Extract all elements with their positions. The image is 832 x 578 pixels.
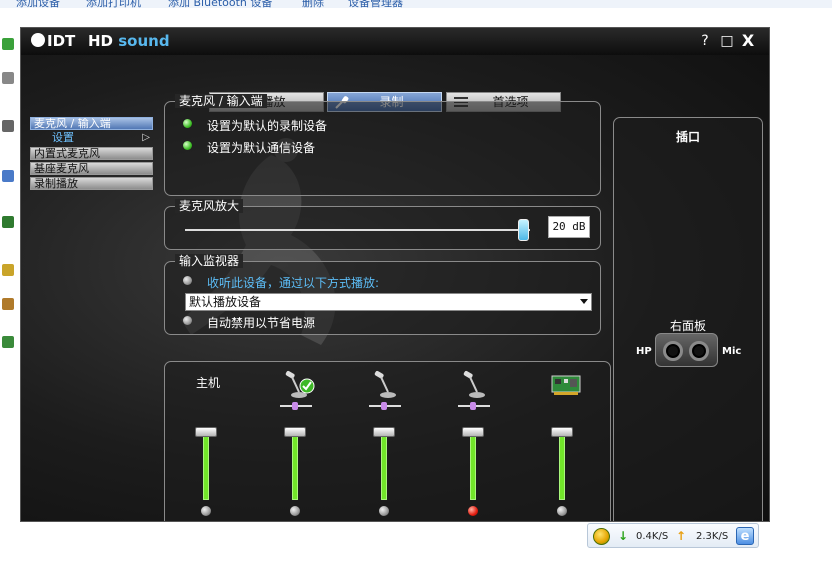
mute-label: 静音 <box>529 518 595 521</box>
playback-device-select[interactable]: 默认播放设备 <box>185 293 592 311</box>
panel-title: 麦克风 / 输入端 <box>175 94 267 108</box>
desk-microphone-check-icon <box>285 371 315 398</box>
network-speed-tray: ↓ 0.4K/S ↑ 2.3K/S e <box>587 523 759 548</box>
volume-slider-handle[interactable] <box>373 427 395 437</box>
right-panel-label: 右面板 <box>669 319 706 333</box>
bg-toolbar-item[interactable]: 添加打印机 <box>86 0 141 10</box>
download-arrow-icon: ↓ <box>618 529 629 543</box>
mini-balance-slider[interactable] <box>369 402 401 410</box>
mute-indicator[interactable] <box>290 506 300 516</box>
sidebar-item-settings[interactable]: 设置 ▷ <box>30 132 153 145</box>
title-bar[interactable]: IDT HD sound ? □ X <box>21 28 769 55</box>
help-button[interactable]: ? <box>696 32 714 50</box>
jack-panel-title: 插口 <box>675 130 700 144</box>
desk-microphone-icon <box>374 371 396 398</box>
headphone-jack-icon[interactable] <box>663 341 683 361</box>
volume-track[interactable] <box>559 432 565 500</box>
bg-toolbar-item[interactable]: 删除 <box>302 0 324 10</box>
panel-title: 输入监视器 <box>175 254 244 268</box>
dropdown-arrow-icon <box>580 299 588 304</box>
volume-slider-handle[interactable] <box>462 427 484 437</box>
volume-slider-handle[interactable] <box>195 427 217 437</box>
sidebar-item-builtin-mic[interactable]: 内置式麦克风 <box>30 147 153 160</box>
triangle-right-icon: ▷ <box>142 132 150 143</box>
mixer-channel-mic-2: 静音 <box>351 362 421 521</box>
volume-track[interactable] <box>381 432 387 500</box>
idt-logo: IDT <box>31 32 75 50</box>
upload-speed: 2.3K/S <box>696 531 729 542</box>
mixer-channel-master: 主机 静音 <box>173 362 243 521</box>
microphone-jack-icon[interactable] <box>689 341 709 361</box>
idt-hd-sound-window: IDT HD sound ? □ X 播放 录制 首选项 麦克风 / 输入 <box>20 27 770 522</box>
mic-boost-panel: 麦克风放大 20 dB <box>164 199 601 250</box>
set-default-communication-option[interactable]: 设置为默认通信设备 <box>183 139 315 156</box>
power-save-option[interactable]: 自动禁用以节省电源 <box>183 314 315 331</box>
window-body: 播放 录制 首选项 麦克风 / 输入端 设置▷ 内置式麦克风 基座麦克风 录制播… <box>21 55 769 521</box>
browser-icon[interactable]: e <box>736 527 754 545</box>
mixer-panel: 主机 静音 静音 静音 <box>164 361 611 521</box>
boost-slider-track[interactable] <box>185 229 530 231</box>
background-explorer-toolbar: 添加设备 添加打印机 添加 Bluetooth 设备 删除 设备管理器 <box>0 0 832 10</box>
sidebar-item-record-playback[interactable]: 录制播放 <box>30 177 153 190</box>
boost-slider-handle[interactable] <box>518 219 530 241</box>
bg-app-icon <box>2 336 14 348</box>
sidebar-item-dock-mic[interactable]: 基座麦克风 <box>30 162 153 175</box>
mute-indicator[interactable] <box>557 506 567 516</box>
product-name: HD sound <box>88 32 170 50</box>
volume-track[interactable] <box>203 432 209 500</box>
mute-indicator[interactable] <box>201 506 211 516</box>
volume-track[interactable] <box>292 432 298 500</box>
mixer-channel-line: 静音 <box>529 362 599 521</box>
bg-app-icon <box>2 170 14 182</box>
mixer-channel-mic-1: 静音 <box>262 362 332 521</box>
bg-toolbar-item[interactable]: 设备管理器 <box>348 0 403 10</box>
radio-off-icon <box>183 276 192 285</box>
sound-card-icon <box>551 375 581 395</box>
network-monitor-icon[interactable] <box>593 528 610 545</box>
radio-on-icon <box>183 119 192 128</box>
mute-label: 静音 <box>351 518 417 521</box>
mic-input-panel: 麦克风 / 输入端 设置为默认的录制设备 设置为默认通信设备 <box>164 94 601 196</box>
set-default-recording-option[interactable]: 设置为默认的录制设备 <box>183 117 327 134</box>
bg-app-icon <box>2 38 14 50</box>
jack-panel: 插口 右面板 HP Mic <box>613 117 763 521</box>
mute-indicator[interactable] <box>468 506 478 516</box>
panel-title: 麦克风放大 <box>175 199 244 213</box>
volume-slider-handle[interactable] <box>284 427 306 437</box>
bg-toolbar-item[interactable]: 添加设备 <box>16 0 60 10</box>
channel-label: 主机 <box>195 376 220 390</box>
bg-app-icon <box>2 298 14 310</box>
bg-app-icon <box>2 264 14 276</box>
radio-off-icon <box>183 316 192 325</box>
upload-arrow-icon: ↑ <box>676 529 687 543</box>
mini-balance-slider[interactable] <box>280 402 312 410</box>
background-icon-strip <box>0 20 20 380</box>
mixer-channel-mic-3: 静音 <box>440 362 510 521</box>
jack-connector-block[interactable] <box>655 333 718 367</box>
radio-on-icon <box>183 141 192 150</box>
input-monitor-panel: 输入监视器 收听此设备，通过以下方式播放: 默认播放设备 自动禁用以节省电源 <box>164 254 601 335</box>
mic-label: Mic <box>722 346 742 357</box>
listen-to-device-option[interactable]: 收听此设备，通过以下方式播放: <box>183 274 379 291</box>
boost-value-field[interactable]: 20 dB <box>548 216 590 238</box>
mute-label: 静音 <box>173 518 239 521</box>
volume-track[interactable] <box>470 432 476 500</box>
hp-label: HP <box>636 346 652 357</box>
download-speed: 0.4K/S <box>636 531 669 542</box>
bg-app-icon <box>2 72 14 84</box>
bg-app-icon <box>2 120 14 132</box>
desk-microphone-icon <box>463 371 485 398</box>
mini-balance-slider[interactable] <box>458 402 490 410</box>
close-button[interactable]: X <box>739 32 757 50</box>
bg-app-icon <box>2 216 14 228</box>
volume-slider-handle[interactable] <box>551 427 573 437</box>
mute-label: 静音 <box>440 518 506 521</box>
sidebar-item-mic-input[interactable]: 麦克风 / 输入端 <box>30 117 153 130</box>
mute-label: 静音 <box>262 518 328 521</box>
sidebar: 麦克风 / 输入端 设置 ▷ 内置式麦克风 基座麦克风 录制播放 <box>30 117 153 192</box>
minimize-button[interactable]: □ <box>718 32 736 50</box>
bg-toolbar-item[interactable]: 添加 Bluetooth 设备 <box>168 0 272 10</box>
mute-indicator[interactable] <box>379 506 389 516</box>
